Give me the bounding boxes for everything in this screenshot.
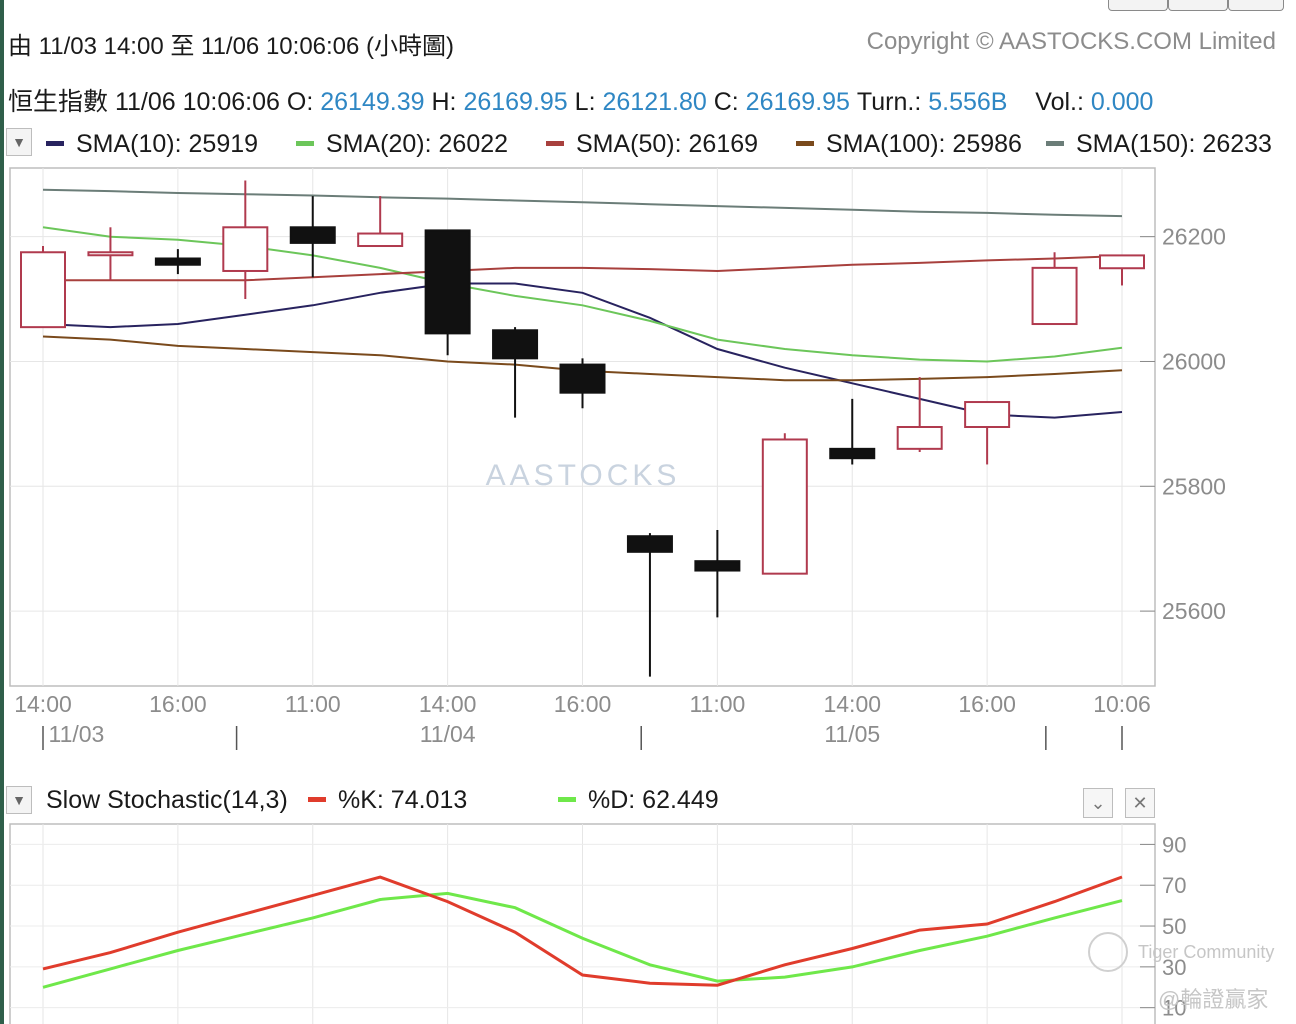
legend-d: %D: 62.449 [558, 786, 719, 815]
legend-label: SMA(20): 26022 [326, 130, 509, 158]
candle-up [1031, 266, 1078, 326]
close-label: C: [713, 88, 739, 116]
candle-down [829, 447, 876, 460]
legend-swatch [46, 140, 64, 146]
low-value: 26121.80 [602, 88, 707, 116]
legend-label: SMA(100): 25986 [826, 130, 1022, 158]
candle-up [222, 226, 269, 272]
date-range-text: 由 11/03 14:00 至 11/06 10:06:06 (小時圖) [8, 33, 455, 60]
candle-up [1099, 254, 1145, 270]
y-tick-label: 25800 [1162, 473, 1226, 499]
legend-sma50: SMA(50): 26169 [546, 130, 758, 159]
candle-up [87, 251, 134, 257]
x-tick-label: 14:00 [823, 691, 881, 717]
date-label: 11/04 [420, 721, 476, 747]
legend-sma10: SMA(10): 25919 [46, 130, 258, 159]
copyright-text: Copyright © AASTOCKS.COM Limited [866, 28, 1276, 55]
candle-up [20, 251, 66, 329]
x-tick-label: 11:00 [285, 691, 341, 717]
quote-time: 11/06 10:06:06 [114, 88, 280, 116]
legend-swatch [296, 140, 314, 146]
x-tick-label: 14:00 [14, 691, 72, 717]
legend-swatch [546, 140, 564, 146]
candle-down [424, 229, 471, 335]
turnover-label: Turn.: [856, 88, 922, 116]
watermark-text: AASTOCKS [486, 459, 681, 492]
open-value: 26149.39 [320, 88, 425, 116]
legend-swatch [796, 140, 814, 146]
candle-down [694, 560, 741, 572]
overlay-watermark-line1: Tiger Community [1138, 942, 1275, 962]
x-tick-label: 16:00 [149, 691, 207, 717]
y-tick-label: 25600 [1162, 598, 1226, 624]
candle-up [761, 438, 808, 575]
y-tick-label: 50 [1162, 914, 1186, 939]
candle-down [626, 535, 673, 553]
date-label: 11/05 [824, 721, 880, 747]
legend-swatch [308, 796, 326, 802]
x-tick-label: 14:00 [419, 691, 477, 717]
legend-k: %K: 74.013 [308, 786, 467, 815]
close-icon[interactable]: ✕ [1125, 788, 1155, 818]
candle-up [896, 426, 943, 450]
legend-sma100: SMA(100): 25986 [796, 130, 1022, 159]
dropdown-arrow-icon[interactable]: ▼ [6, 786, 32, 814]
volume-value: 0.000 [1090, 88, 1154, 116]
candle-down [559, 363, 606, 394]
high-value: 26169.95 [463, 88, 568, 116]
index-name: 恒生指數 [8, 88, 109, 116]
legend-swatch [1046, 140, 1064, 146]
open-label: O: [286, 88, 314, 116]
x-tick-label: 16:00 [958, 691, 1016, 717]
legend-label: %D: 62.449 [588, 786, 719, 814]
tiger-logo-icon [1088, 932, 1128, 972]
legend-label: %K: 74.013 [338, 786, 468, 814]
stochastic-chart: 1030507090 [9, 823, 1186, 1024]
y-tick-label: 90 [1162, 832, 1186, 857]
candle-up [964, 401, 1011, 429]
legend-sma20: SMA(20): 26022 [296, 130, 508, 159]
y-tick-label: 70 [1162, 873, 1186, 898]
toolbar-tab[interactable] [1228, 0, 1284, 11]
chevron-down-icon[interactable]: ⌄ [1083, 788, 1113, 818]
candle-down [289, 226, 336, 244]
legend-label: SMA(10): 25919 [76, 130, 259, 158]
candle-down [154, 257, 201, 266]
volume-label: Vol.: [1035, 88, 1084, 116]
date-label: 11/03 [49, 721, 105, 747]
turnover-value: 5.556B [928, 88, 1008, 116]
y-tick-label: 26000 [1162, 348, 1226, 374]
high-label: H: [431, 88, 457, 116]
low-label: L: [574, 88, 596, 116]
y-tick-label: 26200 [1162, 224, 1226, 250]
x-tick-label: 16:00 [554, 691, 612, 717]
legend-label: SMA(50): 26169 [576, 130, 759, 158]
close-value: 26169.95 [745, 88, 850, 116]
candle-down [492, 329, 539, 360]
toolbar-tab[interactable] [1168, 0, 1228, 11]
stochastic-name: Slow Stochastic(14,3) [46, 786, 288, 814]
candle-up [357, 232, 404, 248]
overlay-watermark-line2: @輪證贏家 [1158, 987, 1269, 1012]
legend-label: SMA(150): 26233 [1076, 130, 1272, 158]
quote-line: 恒生指數 11/06 10:06:06 O: 26149.39 H: 26169… [8, 82, 1153, 118]
legend-sma150: SMA(150): 26233 [1046, 130, 1272, 159]
x-tick-label: 11:00 [689, 691, 745, 717]
dropdown-arrow-icon[interactable]: ▼ [6, 128, 32, 156]
legend-swatch [558, 796, 576, 802]
main-chart: 25600 25800 26000 26200 AASTOCKS 14:00 16:00 11… [9, 167, 1226, 750]
toolbar-tab[interactable] [1108, 0, 1168, 11]
x-tick-label: 10:06 [1093, 691, 1151, 717]
